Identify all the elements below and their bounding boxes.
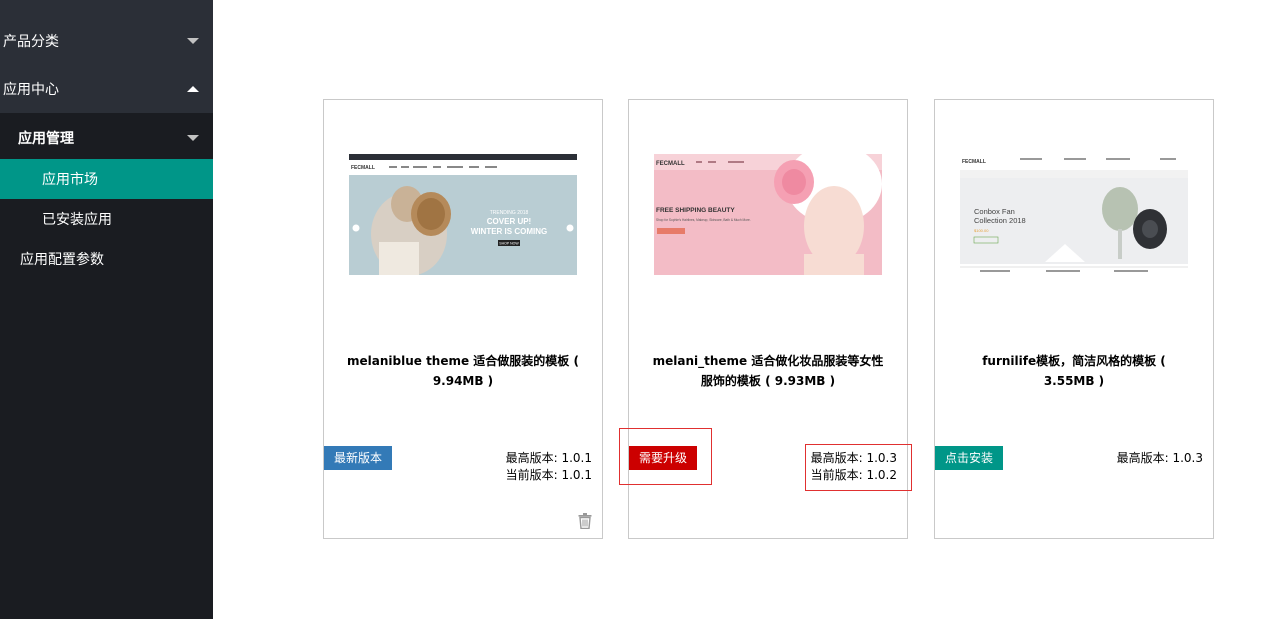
app-title: melaniblue theme 适合做服装的模板 ( 9.94MB ) xyxy=(347,354,579,388)
theme-thumbnail: FECMALL FREE SHIPPING BEAUTY Shop for So… xyxy=(654,154,882,275)
highest-version: 最高版本: 1.0.3 xyxy=(1116,451,1203,465)
sidebar-item-app-config[interactable]: 应用配置参数 xyxy=(0,239,213,279)
thumb-headline-1: Conbox Fan xyxy=(974,207,1015,216)
highest-version: 最高版本: 1.0.1 xyxy=(505,451,592,465)
sidebar-item-label: 产品分类 xyxy=(3,34,59,50)
install-button[interactable]: 点击安装 xyxy=(935,446,1004,470)
sidebar-item-app-management[interactable]: 应用管理 xyxy=(0,118,213,158)
sidebar-item-label: 应用配置参数 xyxy=(20,252,104,268)
theme-thumbnail: FECMALL TRENDING 2018 COVER UP! WINTER I… xyxy=(349,154,577,275)
sidebar-item-app-market[interactable]: 应用市场 xyxy=(0,159,213,199)
version-info: 最高版本: 1.0.3 当前版本: 1.0.2 xyxy=(811,450,897,484)
current-version: 当前版本: 1.0.1 xyxy=(505,468,592,482)
thumb-cta: SHOP NOW xyxy=(499,242,519,246)
chevron-up-icon xyxy=(187,86,199,92)
app-card-furnilife: FECMALL Conbox Fan Collection 2018 $100.… xyxy=(934,99,1214,539)
sidebar-item-app-center[interactable]: 应用中心 xyxy=(0,65,213,113)
sidebar-item-label: 应用市场 xyxy=(42,172,98,188)
version-info: 最高版本: 1.0.3 xyxy=(1117,450,1203,467)
current-version: 当前版本: 1.0.2 xyxy=(810,468,897,482)
sidebar-top-bar xyxy=(0,0,213,17)
sidebar-item-label: 应用管理 xyxy=(18,131,74,147)
thumb-headline-2: WINTER IS COMING xyxy=(471,227,547,236)
thumb-headline-2: Collection 2018 xyxy=(974,216,1026,225)
thumb-logo: FECMALL xyxy=(962,159,986,165)
chevron-down-icon xyxy=(187,135,199,141)
sidebar-item-label: 应用中心 xyxy=(3,82,59,98)
sidebar: 产品分类 应用中心 应用管理 应用市场 已安装应用 应用配置参数 xyxy=(0,0,213,619)
thumb-headline: FREE SHIPPING BEAUTY xyxy=(656,207,735,214)
thumb-headline-1: COVER UP! xyxy=(487,217,531,226)
app-card-melaniblue: FECMALL TRENDING 2018 COVER UP! WINTER I… xyxy=(323,99,603,539)
thumb-sub: Shop for Sophie's Hairlines, Makeup, Ski… xyxy=(656,218,751,222)
sidebar-item-product-category[interactable]: 产品分类 xyxy=(0,17,213,65)
latest-version-button[interactable]: 最新版本 xyxy=(324,446,393,470)
upgrade-button[interactable]: 需要升级 xyxy=(629,446,698,470)
sidebar-item-installed-apps[interactable]: 已安装应用 xyxy=(0,199,213,239)
app-card-melani: FECMALL FREE SHIPPING BEAUTY Shop for So… xyxy=(628,99,908,539)
thumb-logo: FECMALL xyxy=(351,165,375,171)
thumb-price: $100.00 xyxy=(974,228,989,233)
version-info: 最高版本: 1.0.1 当前版本: 1.0.1 xyxy=(506,450,592,484)
sidebar-item-label: 已安装应用 xyxy=(42,212,112,228)
thumb-eyebrow: TRENDING 2018 xyxy=(490,210,529,216)
trash-icon[interactable] xyxy=(578,513,592,529)
app-title: furnilife模板，简洁风格的模板 ( 3.55MB ) xyxy=(982,354,1166,388)
highest-version: 最高版本: 1.0.3 xyxy=(810,451,897,465)
theme-thumbnail: FECMALL Conbox Fan Collection 2018 $100.… xyxy=(960,154,1188,275)
app-title: melani_theme 适合做化妆品服装等女性服饰的模板 ( 9.93MB ) xyxy=(652,354,884,388)
chevron-down-icon xyxy=(187,38,199,44)
thumb-logo: FECMALL xyxy=(656,161,685,167)
